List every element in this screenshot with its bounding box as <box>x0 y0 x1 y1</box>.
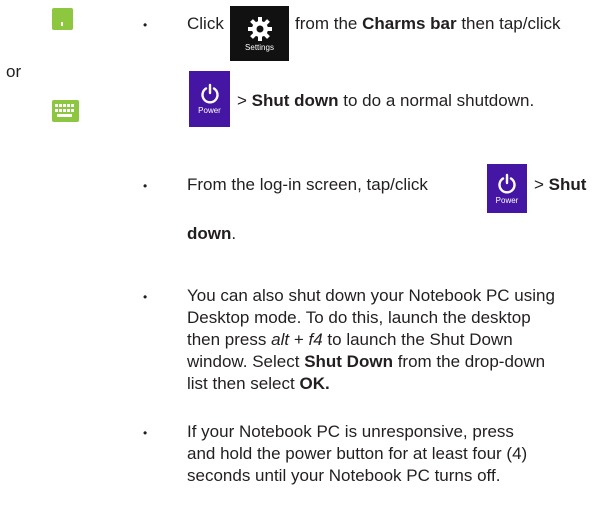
gt-symbol: > <box>237 91 247 110</box>
step4-line1: If your Notebook PC is unresponsive, pre… <box>187 422 514 441</box>
bullet-2: • <box>143 179 148 193</box>
step1-line1-rest: from the Charms bar then tap/click <box>295 13 561 35</box>
f4-key-text: f4 <box>308 330 323 349</box>
step3-line2: Desktop mode. To do this, launch the des… <box>187 308 531 327</box>
power-tile: Power <box>189 71 230 127</box>
down-text: down <box>187 224 232 243</box>
list-then-text: list then select <box>187 374 295 393</box>
launch-window-text: to launch the Shut Down <box>327 330 513 349</box>
settings-charm-tile: Settings <box>230 6 289 61</box>
gear-icon <box>247 16 272 41</box>
power-icon <box>200 83 219 104</box>
settings-tile-label: Settings <box>245 42 274 52</box>
step3-line1: You can also shut down your Notebook PC … <box>187 286 555 305</box>
step2-suffix: > Shut <box>534 174 586 196</box>
ok-text: OK. <box>299 374 330 393</box>
charms-bar-text: Charms bar <box>362 14 457 33</box>
power-tile-label: Power <box>198 106 221 115</box>
power-tile-2-label: Power <box>495 195 519 205</box>
step4-line3: seconds until your Notebook PC turns off… <box>187 466 501 485</box>
normal-shutdown-text: to do a normal shutdown. <box>343 91 535 110</box>
shut-down-text: Shut down <box>251 91 339 110</box>
keyboard-keys <box>55 104 76 118</box>
bullet-3: • <box>143 290 148 304</box>
period-text: . <box>231 224 237 243</box>
bullet-4: • <box>143 426 148 440</box>
alt-key-text: alt <box>271 330 290 349</box>
from-the-text: from the <box>295 14 358 33</box>
shut-down-bold-text: Shut Down <box>304 352 393 371</box>
shut-text: Shut <box>548 175 587 194</box>
gt-symbol-2: > <box>534 175 544 194</box>
step3-line4: window. Select Shut Down from the drop-d… <box>187 351 592 373</box>
touchpad-gesture-icon <box>52 8 73 30</box>
step4-paragraph: If your Notebook PC is unresponsive, pre… <box>187 421 592 487</box>
touchpad-button-mark <box>61 22 63 26</box>
or-label: or <box>6 62 22 81</box>
then-tap-text: then tap/click <box>461 14 561 33</box>
step3-line5: list then select OK. <box>187 373 592 395</box>
power-tile-2: Power <box>487 164 527 213</box>
keyboard-icon <box>52 100 79 122</box>
power-icon-2 <box>498 173 516 193</box>
step4-line2: and hold the power button for at least f… <box>187 444 528 463</box>
then-press-text: then press <box>187 330 267 349</box>
step2-prefix-text: From the log-in screen, tap/click <box>187 175 428 194</box>
step1-line2: > Shut down to do a normal shutdown. <box>237 90 534 112</box>
from-dropdown-text: from the drop-down <box>397 352 546 371</box>
step2-line2: down. <box>187 223 236 245</box>
step3-line3: then press alt + f4 to launch the Shut D… <box>187 329 592 351</box>
bullet-1: • <box>143 18 148 32</box>
step1-click-text: Click <box>187 14 224 33</box>
step3-paragraph: You can also shut down your Notebook PC … <box>187 285 592 395</box>
window-select-text: window. Select <box>187 352 300 371</box>
plus-text: + <box>293 330 304 349</box>
